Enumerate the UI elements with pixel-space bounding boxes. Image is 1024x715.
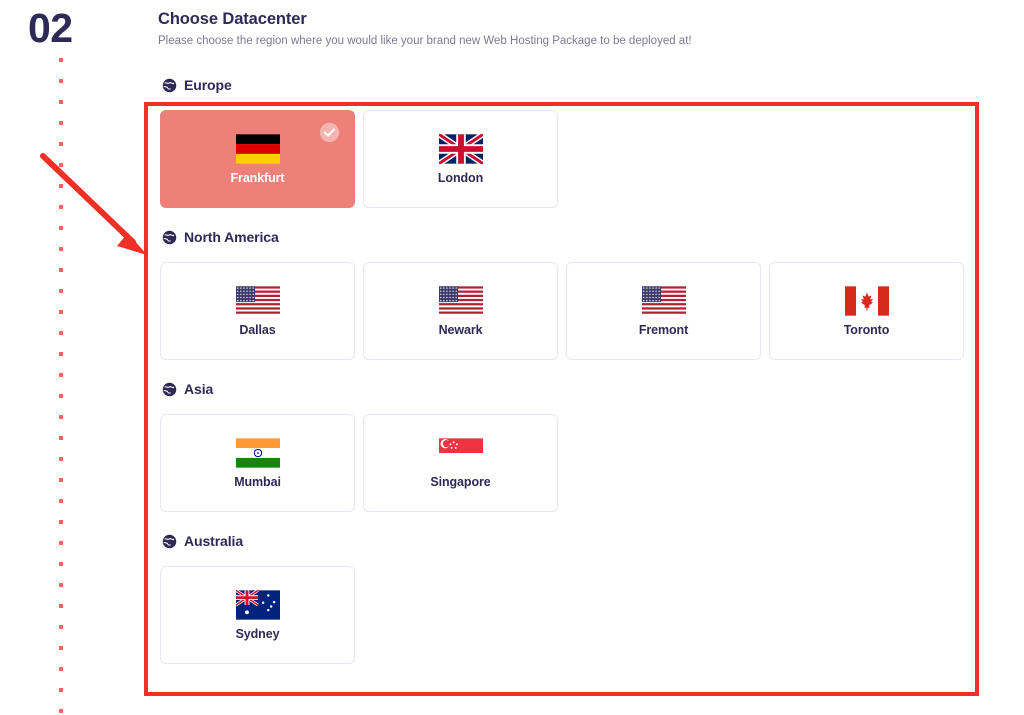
- datacenter-city-label: London: [437, 170, 484, 185]
- region-header: North America: [162, 222, 990, 252]
- datacenter-city-label: Toronto: [843, 322, 890, 337]
- flag-singapore: [438, 437, 483, 468]
- datacenter-card-sydney[interactable]: Sydney: [160, 566, 355, 664]
- datacenter-city-label: Fremont: [638, 322, 689, 337]
- datacenter-card-frankfurt[interactable]: Frankfurt: [160, 110, 355, 208]
- region-block: North America Dallas Newark Fremont Toronto: [160, 222, 990, 360]
- globe-asia-icon: [162, 382, 177, 396]
- datacenter-card-toronto[interactable]: Toronto: [769, 262, 964, 360]
- region-name: Asia: [184, 381, 214, 397]
- region-block: Asia Mumbai Singapore: [160, 374, 990, 512]
- datacenter-city-label: Newark: [438, 322, 483, 337]
- datacenter-card-dallas[interactable]: Dallas: [160, 262, 355, 360]
- datacenter-card-grid: Dallas Newark Fremont Toronto: [160, 262, 990, 360]
- check-circle-icon: [319, 122, 340, 143]
- flag-united-states: [235, 285, 280, 316]
- datacenter-card-grid: Mumbai Singapore: [160, 414, 990, 512]
- region-name: North America: [184, 229, 279, 245]
- datacenter-card-singapore[interactable]: Singapore: [363, 414, 558, 512]
- flag-india: [235, 437, 280, 468]
- step-rail: 02: [0, 0, 145, 715]
- region-header: Europe: [162, 70, 990, 100]
- region-block: Australia Sydney: [160, 526, 990, 664]
- page-header: Choose Datacenter Please choose the regi…: [158, 10, 988, 49]
- flag-australia: [235, 589, 280, 620]
- datacenter-card-grid: Sydney: [160, 566, 990, 664]
- flag-germany: [235, 133, 280, 164]
- dotted-vertical-line: [59, 58, 63, 713]
- globe-asia-icon: [162, 534, 177, 548]
- datacenter-city-label: Frankfurt: [230, 170, 285, 185]
- page-subtitle: Please choose the region where you would…: [158, 35, 692, 48]
- region-header: Asia: [162, 374, 990, 404]
- flag-united-states: [641, 285, 686, 316]
- flag-canada: [844, 285, 889, 316]
- datacenter-city-label: Singapore: [430, 474, 491, 489]
- datacenter-card-grid: Frankfurt London: [160, 110, 990, 208]
- datacenter-card-london[interactable]: London: [363, 110, 558, 208]
- region-header: Australia: [162, 526, 990, 556]
- region-name: Europe: [184, 77, 232, 93]
- datacenter-city-label: Mumbai: [234, 474, 281, 489]
- datacenter-card-newark[interactable]: Newark: [363, 262, 558, 360]
- region-block: Europe Frankfurt London: [160, 70, 990, 208]
- globe-americas-icon: [162, 230, 177, 244]
- globe-europe-icon: [162, 78, 177, 92]
- datacenter-card-mumbai[interactable]: Mumbai: [160, 414, 355, 512]
- flag-united-states: [438, 285, 483, 316]
- flag-united-kingdom: [438, 133, 483, 164]
- page-title: Choose Datacenter: [158, 10, 307, 28]
- datacenter-city-label: Sydney: [235, 626, 280, 641]
- region-name: Australia: [184, 533, 244, 549]
- datacenter-city-label: Dallas: [239, 322, 276, 337]
- step-number: 02: [28, 5, 73, 51]
- datacenter-card-fremont[interactable]: Fremont: [566, 262, 761, 360]
- datacenter-region-list: Europe Frankfurt London North America Dallas…: [160, 70, 990, 678]
